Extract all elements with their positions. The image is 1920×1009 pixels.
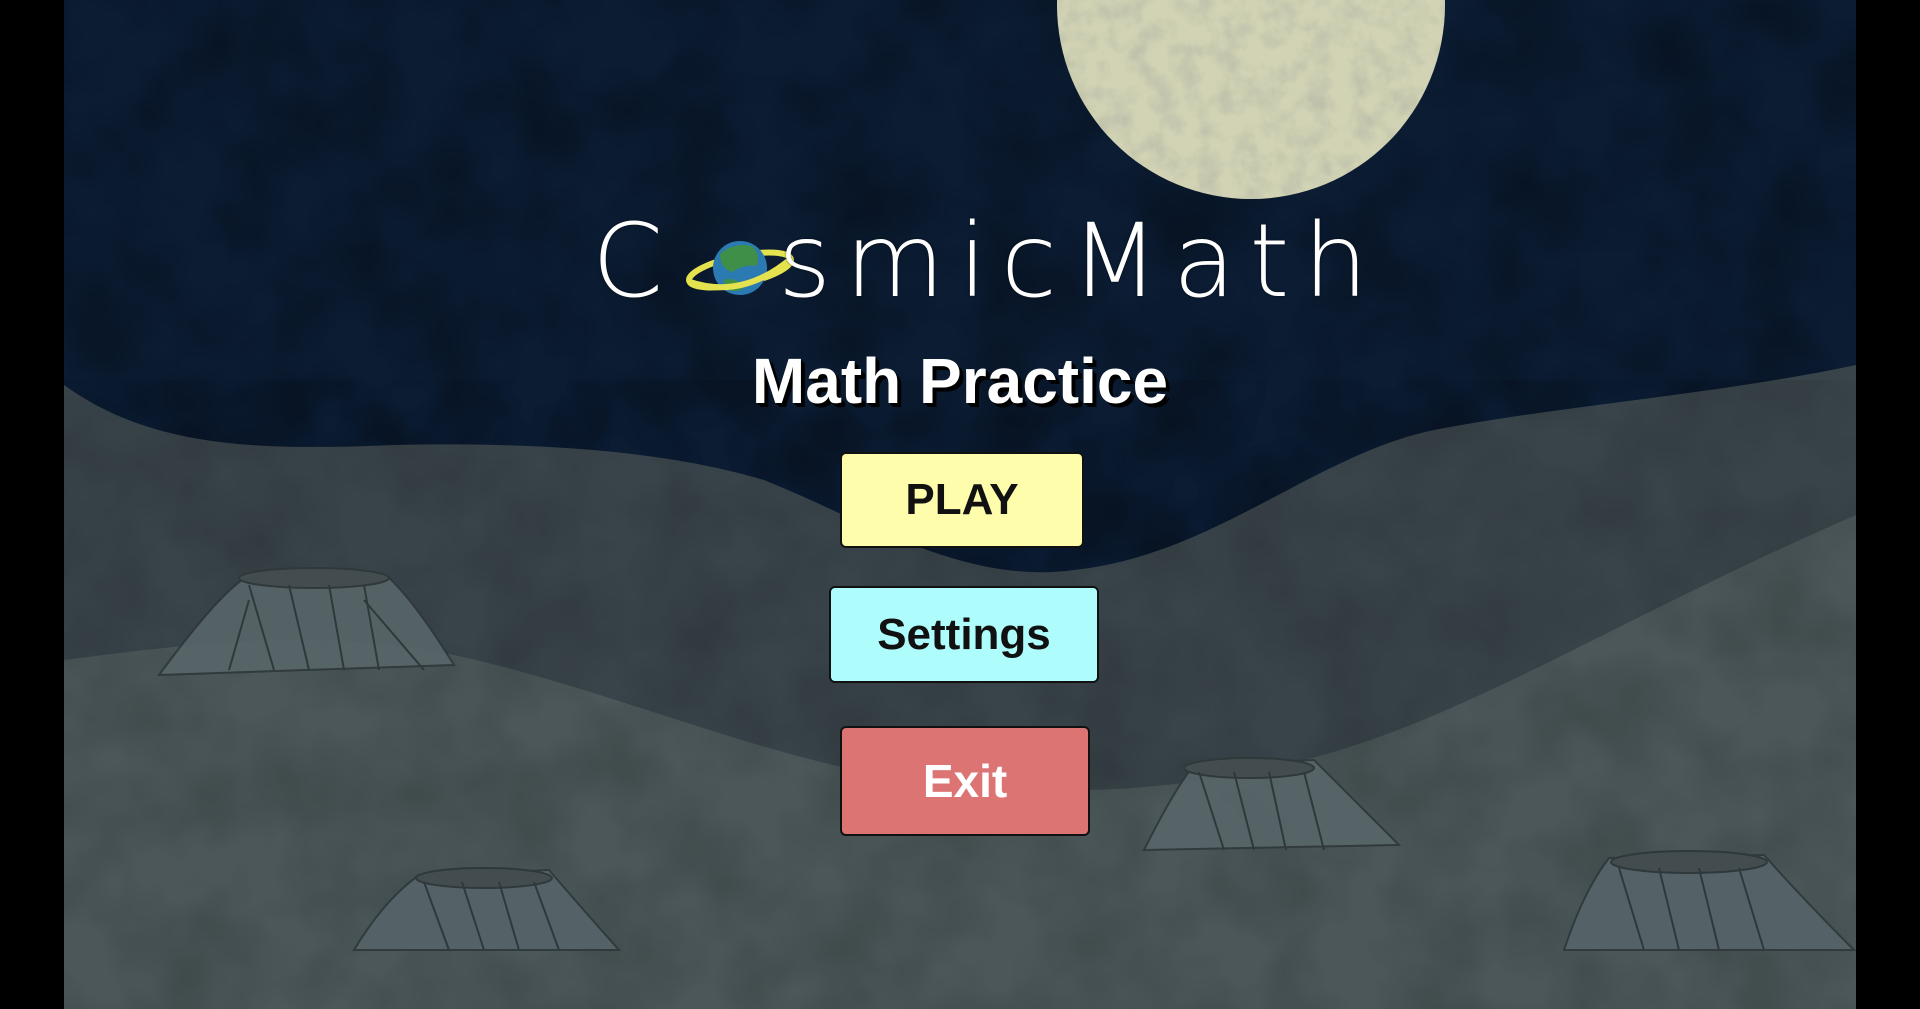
- play-button[interactable]: PLAY: [840, 452, 1084, 548]
- game-viewport: C smicMath Math Practice PLAY Settings E…: [64, 0, 1856, 1009]
- game-subtitle: Math Practice: [751, 345, 1169, 417]
- logo-text-rest: smicMath: [778, 202, 1383, 321]
- settings-button[interactable]: Settings: [829, 586, 1099, 683]
- logo-letter-c: C: [592, 202, 678, 321]
- exit-button[interactable]: Exit: [840, 726, 1090, 836]
- game-logo: C smicMath: [592, 202, 1368, 321]
